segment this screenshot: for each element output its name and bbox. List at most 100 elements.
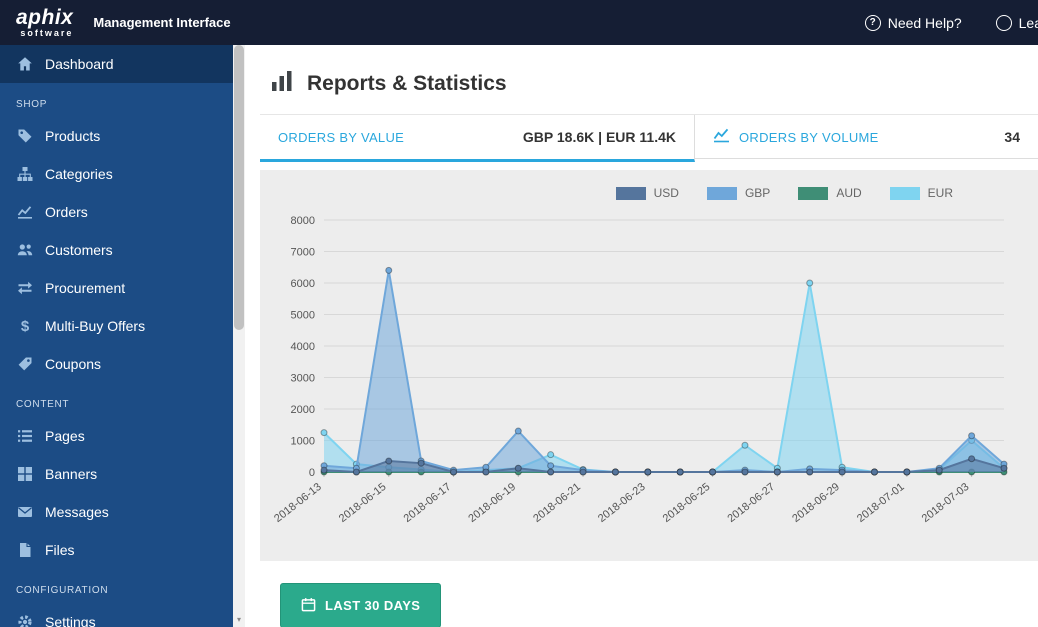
svg-text:3000: 3000 [291,373,315,385]
scrollbar-down-arrow[interactable]: ▾ [233,613,245,627]
main-content: Reports & Statistics ORDERS BY VALUE GBP… [245,45,1038,627]
sidebar-item-files[interactable]: Files [0,531,233,569]
coupon-tag-icon [16,356,34,372]
svg-text:2018-06-23: 2018-06-23 [596,481,648,525]
svg-text:2018-07-03: 2018-07-03 [920,481,972,525]
bar-chart-icon [270,69,294,98]
sidebar-item-multibuy-offers[interactable]: $ Multi-Buy Offers [0,307,233,345]
svg-text:7000: 7000 [291,247,315,259]
sidebar-item-label: Banners [45,466,98,482]
sidebar-item-label: Categories [45,166,113,182]
sidebar-item-label: Files [45,542,75,558]
aud-swatch [798,186,829,200]
question-circle-icon: ? [864,14,881,31]
grid-icon [16,466,34,482]
sidebar-item-label: Orders [45,204,88,220]
legend-item-usd[interactable]: USD [615,186,679,200]
sidebar-section-content: CONTENT [16,399,70,410]
sidebar-item-orders[interactable]: Orders [0,193,233,231]
sidebar-item-label: Settings [45,614,96,627]
last-30-days-button[interactable]: LAST 30 DAYS [280,583,442,627]
tab-label: ORDERS BY VOLUME [739,129,879,145]
sidebar-item-label: Products [45,128,101,144]
svg-text:$: $ [21,318,30,334]
dollar-icon: $ [16,318,34,334]
app-title: Management Interface [93,15,231,30]
home-icon [16,56,34,72]
svg-text:0: 0 [309,467,315,479]
sidebar-item-label: Multi-Buy Offers [45,318,146,334]
sitemap-icon [16,166,34,182]
gbp-swatch [706,186,737,200]
need-help-label: Need Help? [887,14,962,31]
aphix-logo[interactable]: aphix software [0,7,87,38]
gear-icon [16,614,34,627]
svg-text:2018-06-27: 2018-06-27 [725,481,777,525]
button-label: LAST 30 DAYS [325,598,421,613]
line-chart-icon [713,128,730,146]
svg-text:2018-06-17: 2018-06-17 [402,481,454,525]
sidebar-item-products[interactable]: Products [0,117,233,155]
orders-by-volume-total: 34 [1004,129,1020,145]
sidebar-item-categories[interactable]: Categories [0,155,233,193]
learn-label: Lea [1018,14,1038,31]
learn-circle-icon [995,14,1012,31]
sidebar-item-label: Dashboard [45,56,114,72]
sidebar-item-coupons[interactable]: Coupons [0,345,233,383]
sidebar-section-shop: SHOP [16,99,48,110]
sidebar-item-customers[interactable]: Customers [0,231,233,269]
legend-label: USD [653,186,679,200]
legend-item-aud[interactable]: AUD [798,186,862,200]
usd-swatch [615,186,646,200]
list-icon [16,428,34,444]
orders-area-chart: 0 1000 2000 3000 4000 5000 6000 7000 8000 2018-06… [272,215,1008,525]
users-icon [16,242,34,258]
page-title: Reports & Statistics [307,71,507,95]
svg-text:2018-06-13: 2018-06-13 [272,481,324,525]
calendar-icon [301,597,316,615]
eur-swatch [889,186,920,200]
need-help-link[interactable]: ? Need Help? [864,14,962,31]
exchange-icon [16,280,34,296]
sidebar-item-dashboard[interactable]: Dashboard [0,45,233,83]
topbar-right: ? Need Help? Lea [864,14,1038,31]
svg-text:6000: 6000 [291,278,315,290]
sidebar-item-banners[interactable]: Banners [0,455,233,493]
topbar: aphix software Management Interface ? Ne… [0,0,1038,45]
sidebar-item-label: Messages [45,504,109,520]
svg-text:2018-06-21: 2018-06-21 [531,481,583,525]
sidebar-scrollbar[interactable]: ▾ [233,45,245,627]
svg-text:8000: 8000 [291,215,315,227]
legend-item-gbp[interactable]: GBP [706,186,771,200]
line-chart-icon [16,204,34,220]
legend-label: GBP [744,186,771,200]
legend-label: EUR [927,186,953,200]
legend-item-eur[interactable]: EUR [889,186,953,200]
svg-text:1000: 1000 [291,436,315,448]
sidebar-item-procurement[interactable]: Procurement [0,269,233,307]
envelope-icon [16,504,34,520]
orders-by-value-total: GBP 18.6K | EUR 11.4K [522,129,676,145]
logo-subtext: software [20,28,74,38]
svg-text:2018-06-19: 2018-06-19 [466,481,518,525]
tab-orders-by-value[interactable]: ORDERS BY VALUE GBP 18.6K | EUR 11.4K [260,115,695,162]
chart-legend: USD GBP AUD EUR [266,186,1038,200]
svg-text:5000: 5000 [291,310,315,322]
sidebar-item-pages[interactable]: Pages [0,417,233,455]
learn-link[interactable]: Lea [995,14,1038,31]
scrollbar-thumb[interactable] [234,45,244,330]
legend-label: AUD [836,186,862,200]
sidebar-item-label: Procurement [45,280,126,296]
orders-chart-panel: USD GBP AUD EUR 0 1000 2000 3000 4000 50… [260,170,1038,561]
svg-text:4000: 4000 [291,341,315,353]
svg-text:2018-07-01: 2018-07-01 [855,481,907,525]
tab-label: ORDERS BY VALUE [278,129,405,145]
file-icon [16,542,34,558]
tab-orders-by-volume[interactable]: ORDERS BY VOLUME 34 [695,115,1038,162]
sidebar-item-label: Customers [45,242,113,258]
sidebar-item-label: Coupons [45,356,102,372]
sidebar-item-settings[interactable]: Settings [0,603,233,627]
sidebar-item-messages[interactable]: Messages [0,493,233,531]
svg-text:2018-06-29: 2018-06-29 [790,481,842,525]
tags-icon [16,128,34,144]
